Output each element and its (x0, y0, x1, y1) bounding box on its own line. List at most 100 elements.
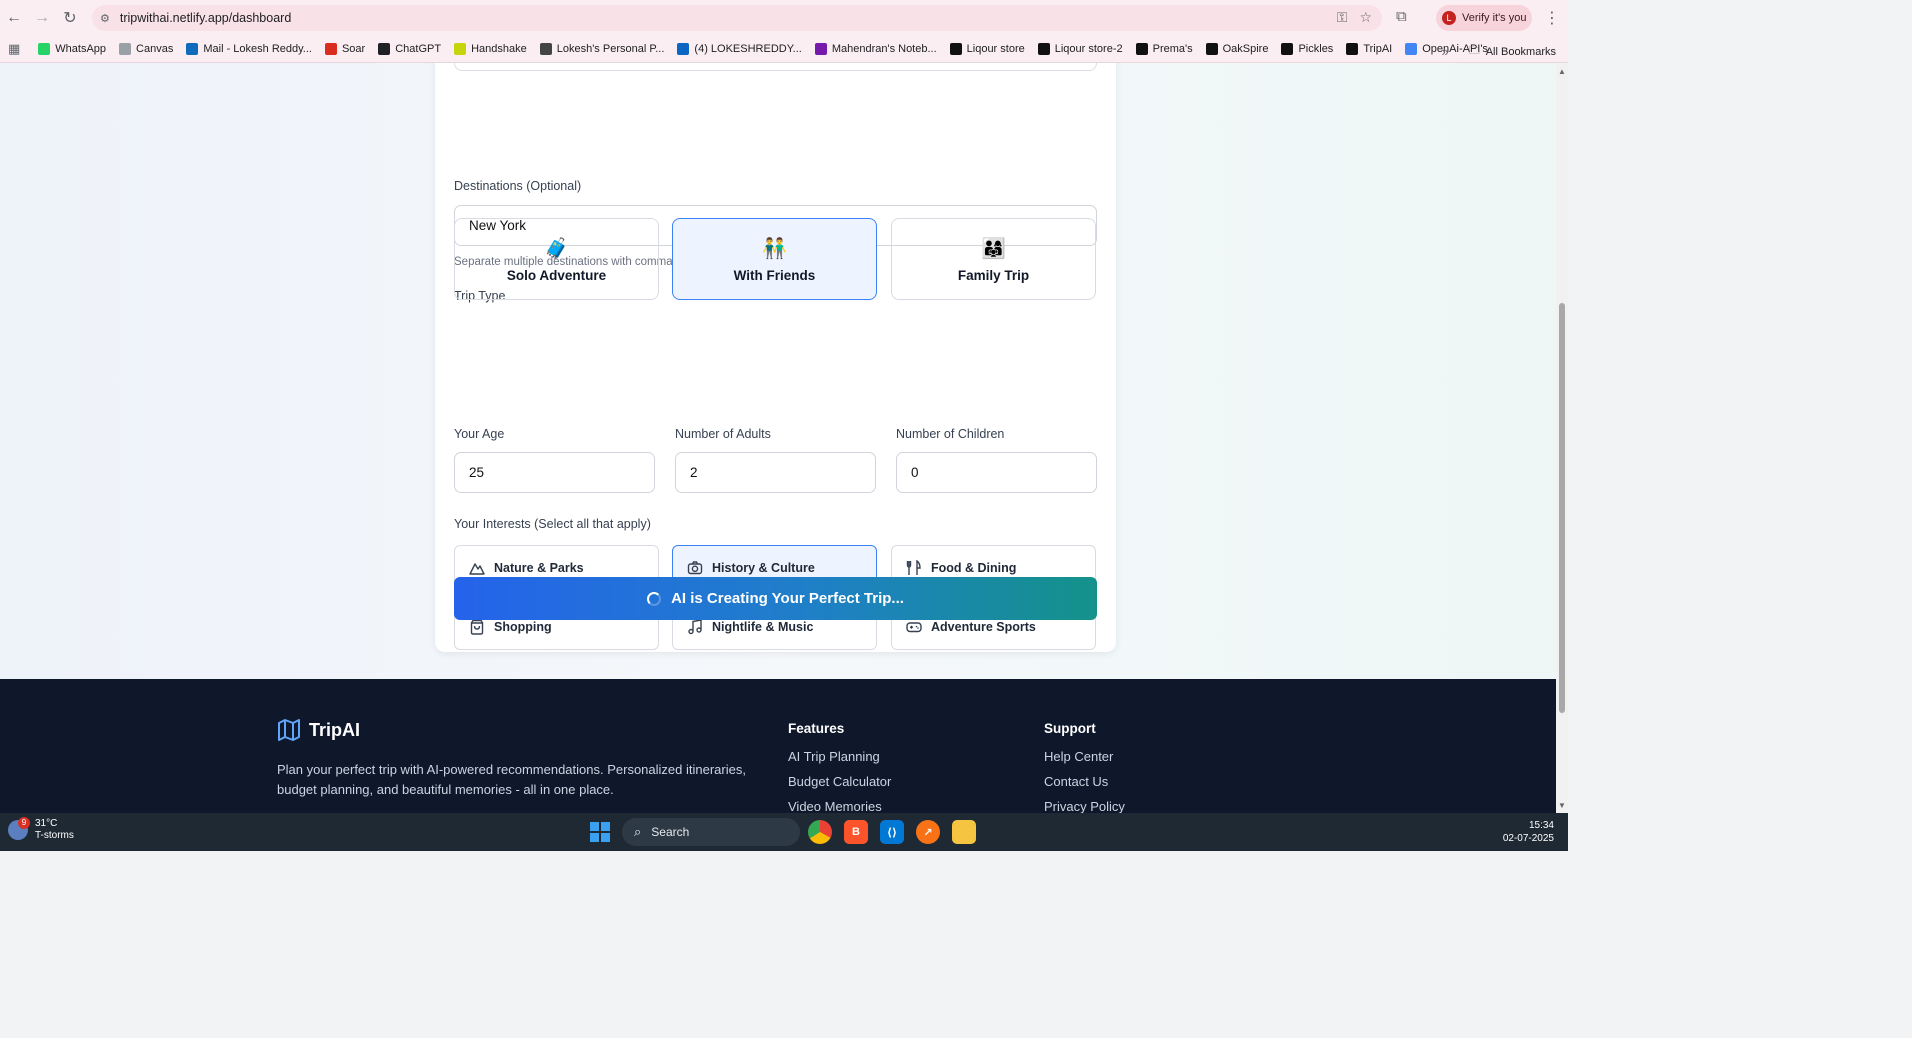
linkedin-icon (677, 43, 690, 55)
file-explorer-icon[interactable] (952, 820, 976, 844)
generate-trip-label: AI is Creating Your Perfect Trip... (671, 590, 904, 607)
bookmark-label: Canvas (136, 43, 174, 55)
page-scrollbar[interactable]: ▲ ▼ (1556, 63, 1568, 813)
generate-trip-button[interactable]: AI is Creating Your Perfect Trip... (454, 577, 1097, 620)
windows-start-icon[interactable] (590, 822, 610, 842)
bookmark-item[interactable]: Prema's (1135, 43, 1193, 55)
children-input[interactable]: 0 (896, 452, 1097, 493)
weather-condition: T-storms (35, 830, 74, 841)
gamepad-icon (906, 622, 922, 633)
bookmark-item[interactable]: (4) LOKESHREDDY... (677, 43, 802, 55)
camera-icon (687, 561, 703, 575)
bolt-icon (1346, 43, 1359, 55)
bolt-icon (1281, 43, 1294, 55)
postman-icon[interactable]: ↗ (916, 820, 940, 844)
brave-icon[interactable]: B (844, 820, 868, 844)
trip-form-card: Destinations (Optional) New York Separat… (435, 63, 1116, 652)
temperature: 31°C (35, 818, 58, 829)
forward-icon[interactable]: → (28, 4, 56, 32)
taskbar-search-label: Search (651, 825, 690, 839)
scroll-down-arrow-icon[interactable]: ▼ (1558, 801, 1566, 810)
bookmark-item[interactable]: Canvas (119, 43, 173, 55)
bookmark-item[interactable]: Mail - Lokesh Reddy... (186, 43, 312, 55)
all-bookmarks-label: All Bookmarks (1485, 45, 1556, 58)
adults-label: Number of Adults (675, 427, 771, 441)
soar-icon (324, 43, 337, 55)
bookmarks-bar: ▦ WhatsApp Canvas Mail - Lokesh Reddy... So… (0, 36, 1568, 63)
age-label: Your Age (454, 427, 505, 441)
bookmark-label: Pickles (1298, 43, 1334, 55)
bookmark-item[interactable]: Lokesh's Personal P... (539, 43, 665, 55)
password-key-icon[interactable]: ⚿ (1337, 9, 1348, 26)
url-text: tripwithai.netlify.app/dashboard (119, 11, 292, 25)
footer-link[interactable]: Help Center (1044, 749, 1125, 764)
trip-type-option[interactable]: 👬 With Friends (672, 218, 877, 300)
clock-time: 15:34 (1528, 820, 1554, 831)
weather-widget[interactable]: 9 31°C T-storms (8, 817, 74, 842)
reload-icon[interactable]: ↻ (56, 4, 84, 32)
interests-label: Your Interests (Select all that apply) (454, 517, 651, 531)
windows-taskbar: 9 31°C T-storms ⌕ Search B ⟨⟩ ↗ 15:34 02… (0, 813, 1568, 851)
globe-icon (1405, 43, 1418, 55)
music-icon (688, 619, 702, 635)
footer-link[interactable]: Video Memories (788, 799, 891, 813)
trip-type-option[interactable]: 🧳 Solo Adventure (454, 218, 659, 300)
bookmark-item[interactable]: TripAI (1346, 43, 1392, 55)
bookmark-star-icon[interactable]: ☆ (1359, 9, 1372, 26)
adults-input[interactable]: 2 (675, 452, 876, 493)
chrome-icon[interactable] (808, 820, 832, 844)
trip-type-label: Family Trip (957, 267, 1030, 283)
search-icon: ⌕ (634, 824, 642, 839)
bookmark-label: Handshake (471, 43, 527, 55)
bolt-icon (1037, 43, 1050, 55)
footer-link[interactable]: Privacy Policy (1044, 799, 1125, 813)
kebab-menu-icon[interactable]: ⋮ (1544, 8, 1560, 28)
trip-type-option[interactable]: 👨‍👩‍👧 Family Trip (891, 218, 1096, 300)
all-bookmarks-button[interactable]: 🗀 All Bookmarks (1469, 42, 1556, 61)
profile-button[interactable]: L Verify it's you (1436, 5, 1532, 31)
address-bar[interactable]: ⚙ tripwithai.netlify.app/dashboard ⚿ ☆ (92, 5, 1382, 31)
scrollbar-thumb[interactable] (1559, 303, 1565, 713)
whatsapp-icon (38, 43, 51, 55)
bolt-icon (1205, 43, 1218, 55)
map-icon (278, 719, 300, 741)
vscode-icon[interactable]: ⟨⟩ (880, 820, 904, 844)
back-icon[interactable]: ← (0, 4, 28, 32)
trip-type-emoji-icon: 🧳 (544, 237, 569, 260)
bookmark-label: OakSpire (1222, 43, 1269, 55)
bookmark-item[interactable]: Pickles (1281, 43, 1333, 55)
bookmark-item[interactable]: Liqour store (949, 43, 1025, 55)
system-clock[interactable]: 15:34 02-07-2025 (1503, 819, 1554, 845)
bookmarks-overflow-icon[interactable]: » (1441, 44, 1448, 59)
footer-support-title: Support (1044, 721, 1096, 736)
previous-field-input[interactable] (454, 63, 1097, 71)
extensions-icon[interactable]: ⧉ (1396, 8, 1407, 25)
bookmark-item[interactable]: Mahendran's Noteb... (814, 43, 937, 55)
interest-label: History & Culture (712, 561, 815, 575)
bookmark-item[interactable]: Soar (324, 43, 366, 55)
page-viewport: Destinations (Optional) New York Separat… (0, 63, 1556, 813)
footer-support-column: Support Help Center Contact Us Privacy P… (1044, 721, 1125, 813)
loading-spinner-icon (647, 591, 662, 606)
footer-brand[interactable]: TripAI (277, 719, 360, 741)
footer-link[interactable]: AI Trip Planning (788, 749, 891, 764)
interest-label: Nature & Parks (494, 561, 584, 575)
bolt-icon (949, 43, 962, 55)
bookmark-label: Lokesh's Personal P... (556, 43, 665, 55)
bookmark-item[interactable]: ChatGPT (378, 43, 441, 55)
bookmark-item[interactable]: WhatsApp (38, 43, 106, 55)
bookmark-item[interactable]: Handshake (454, 43, 527, 55)
age-input[interactable]: 25 (454, 452, 655, 493)
footer-link[interactable]: Budget Calculator (788, 774, 891, 789)
site-footer: TripAI Plan your perfect trip with AI-po… (0, 679, 1556, 813)
site-info-icon[interactable]: ⚙ (100, 12, 110, 25)
bookmark-label: Soar (341, 43, 366, 55)
bookmark-item[interactable]: OakSpire (1205, 43, 1269, 55)
destinations-label: Destinations (Optional) (454, 179, 582, 193)
scroll-up-arrow-icon[interactable]: ▲ (1558, 67, 1566, 76)
onenote-icon (814, 43, 827, 55)
bookmark-item[interactable]: Liqour store-2 (1037, 43, 1123, 55)
apps-grid-icon[interactable]: ▦ (8, 41, 20, 57)
footer-link[interactable]: Contact Us (1044, 774, 1125, 789)
taskbar-search[interactable]: ⌕ Search (622, 818, 800, 846)
